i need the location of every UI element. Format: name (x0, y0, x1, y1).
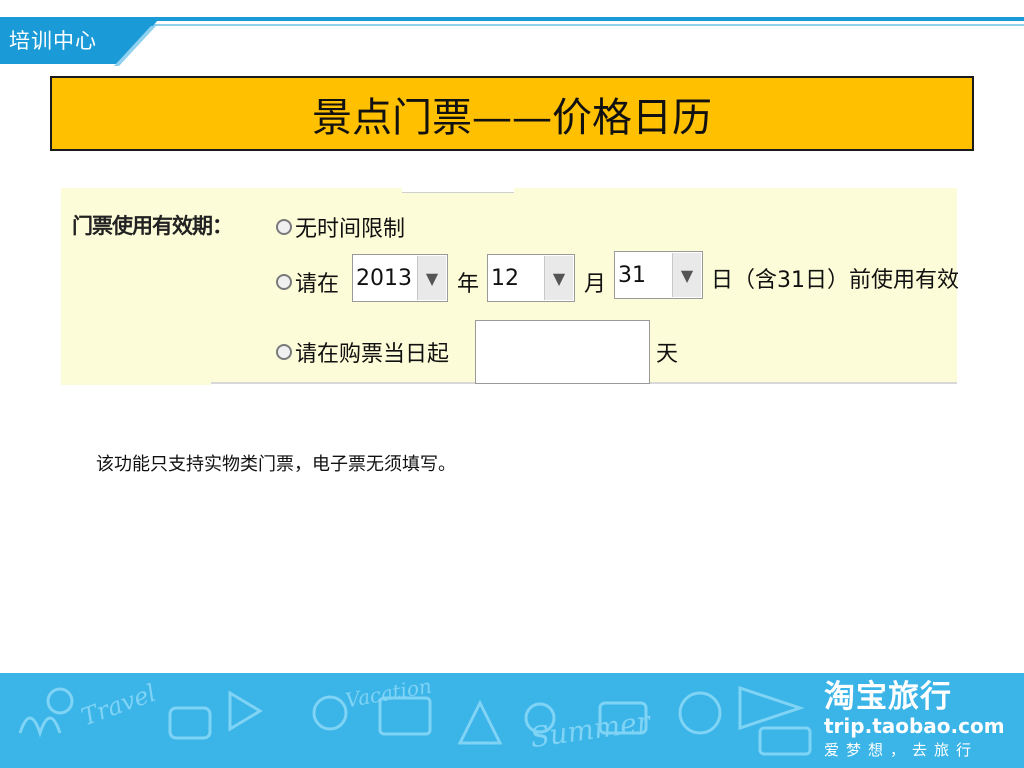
brand-name: 淘宝旅行 (824, 679, 952, 715)
slide-title: 景点门票——价格日历 (312, 94, 712, 141)
chevron-down-icon[interactable]: ▼ (672, 253, 701, 297)
days-unit-label: 天 (656, 342, 679, 367)
note-text: 该功能只支持实物类门票，电子票无须填写。 (96, 454, 456, 475)
option-days-label: 请在购票当日起 (295, 342, 450, 367)
option-before-date-label: 请在 (295, 272, 340, 297)
option-before-date[interactable]: 请在 (276, 266, 339, 298)
days-input[interactable] (475, 320, 650, 384)
year-select-value: 2013 (356, 265, 412, 291)
panel-tab-edge (402, 186, 514, 193)
day-suffix-label: 日（含31日）前使用有效 (711, 268, 959, 293)
option-no-limit-label: 无时间限制 (295, 217, 406, 242)
day-select[interactable]: 31 ▼ (614, 251, 703, 299)
panel-edge (61, 383, 211, 385)
month-select[interactable]: 12 ▼ (487, 254, 575, 302)
month-select-value: 12 (491, 265, 519, 291)
section-title: 培训中心 (9, 29, 97, 53)
brand-block: 淘宝旅行 trip.taobao.com 爱梦想，去旅行 (824, 680, 1014, 762)
chevron-down-icon[interactable]: ▼ (544, 256, 573, 300)
option-days-from-purchase[interactable]: 请在购票当日起 (276, 336, 449, 368)
day-select-value: 31 (618, 262, 646, 288)
header-rule-light (150, 24, 1024, 26)
month-unit-label: 月 (584, 272, 607, 297)
radio-before-date[interactable] (276, 274, 292, 290)
brand-slogan: 爱梦想，去旅行 (824, 741, 979, 759)
year-select[interactable]: 2013 ▼ (352, 254, 448, 302)
brand-url: trip.taobao.com (824, 714, 1005, 738)
option-no-limit[interactable]: 无时间限制 (276, 211, 405, 243)
radio-days-from-purchase[interactable] (276, 344, 292, 360)
radio-no-limit[interactable] (276, 219, 292, 235)
slide-title-box: 景点门票——价格日历 (50, 76, 974, 151)
validity-label: 门票使用有效期： (72, 214, 233, 238)
year-unit-label: 年 (457, 272, 480, 297)
chevron-down-icon[interactable]: ▼ (417, 256, 446, 300)
